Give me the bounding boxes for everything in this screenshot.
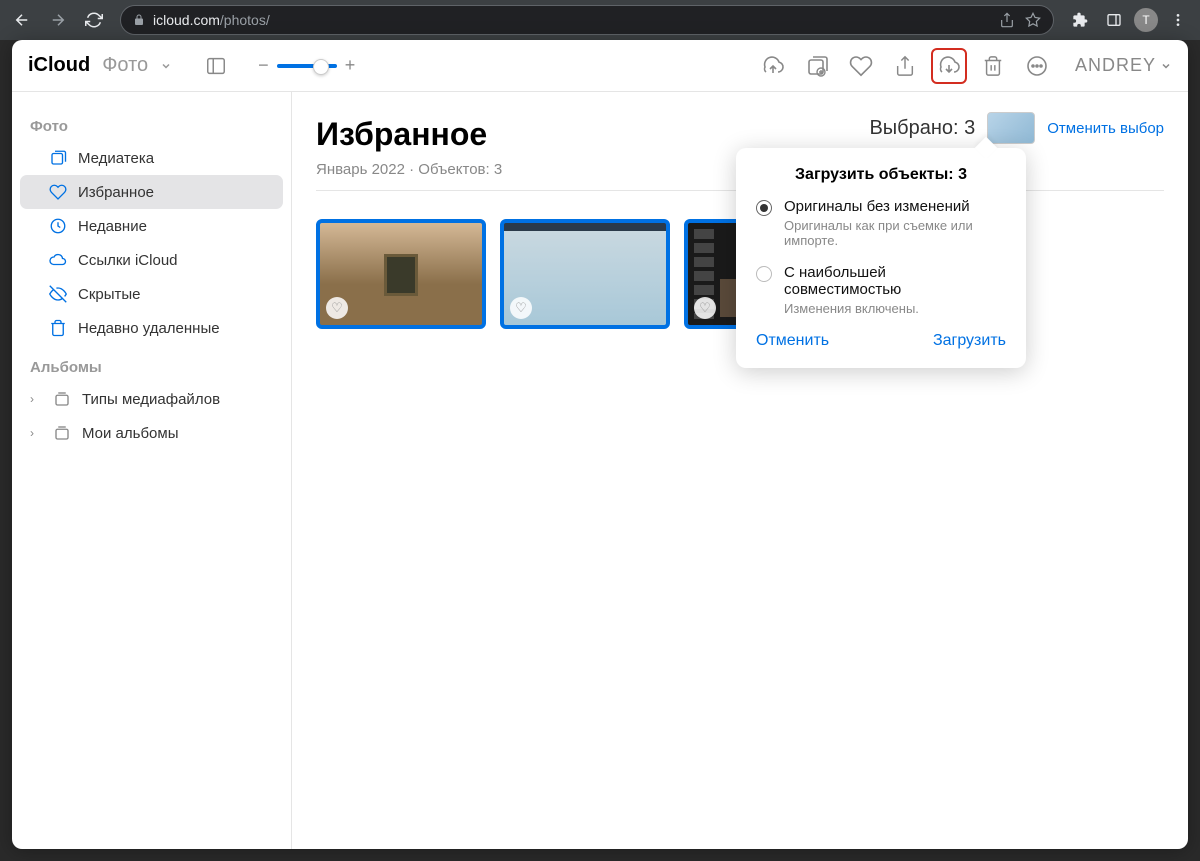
download-popover: Загрузить объекты: 3 Оригиналы без измен… bbox=[736, 148, 1026, 368]
sidebar-item-media-types[interactable]: › Типы медиафайлов bbox=[20, 382, 283, 416]
option-title: Оригиналы без изменений bbox=[784, 198, 1006, 215]
sidebar-item-favorites[interactable]: Избранное bbox=[20, 175, 283, 209]
radio-icon bbox=[756, 266, 772, 282]
url-bar[interactable]: icloud.com/photos/ bbox=[120, 5, 1054, 35]
photo-item[interactable]: ♡ bbox=[316, 219, 486, 329]
lock-icon bbox=[133, 14, 145, 26]
sidebar-item-label: Недавние bbox=[78, 218, 147, 235]
sidebar-item-label: Мои альбомы bbox=[82, 425, 179, 442]
heart-icon bbox=[48, 182, 68, 202]
sidebar-item-label: Скрытые bbox=[78, 286, 141, 303]
chrome-menu-icon[interactable] bbox=[1164, 6, 1192, 34]
favorite-badge-icon: ♡ bbox=[326, 297, 348, 319]
sidebar-item-label: Ссылки iCloud bbox=[78, 252, 178, 269]
stack-icon bbox=[52, 389, 72, 409]
radio-icon bbox=[756, 200, 772, 216]
clock-icon bbox=[48, 216, 68, 236]
extensions-icon[interactable] bbox=[1066, 6, 1094, 34]
bookmark-star-icon[interactable] bbox=[1025, 12, 1041, 28]
share-icon[interactable] bbox=[887, 48, 923, 84]
option-description: Оригиналы как при съемке или импорте. bbox=[784, 218, 1006, 248]
sidebar-item-recents[interactable]: Недавние bbox=[20, 209, 283, 243]
icloud-title: iCloud bbox=[28, 54, 90, 77]
nav-reload-button[interactable] bbox=[80, 6, 108, 34]
chevron-right-icon: › bbox=[30, 426, 40, 440]
sidebar-item-my-albums[interactable]: › Мои альбомы bbox=[20, 416, 283, 450]
cancel-button[interactable]: Отменить bbox=[756, 332, 829, 350]
user-name-label: ANDREY bbox=[1075, 55, 1156, 76]
favorite-badge-icon: ♡ bbox=[510, 297, 532, 319]
delete-trash-icon[interactable] bbox=[975, 48, 1011, 84]
option-unmodified-originals[interactable]: Оригиналы без изменений Оригиналы как пр… bbox=[756, 198, 1006, 248]
add-to-album-icon[interactable] bbox=[799, 48, 835, 84]
user-menu[interactable]: ANDREY bbox=[1075, 55, 1172, 76]
chevron-down-icon bbox=[1160, 60, 1172, 72]
trash-icon bbox=[48, 318, 68, 338]
sidebar-item-recently-deleted[interactable]: Недавно удаленные bbox=[20, 311, 283, 345]
selection-info: Выбрано: 3 Отменить выбор bbox=[869, 112, 1164, 144]
library-icon bbox=[48, 148, 68, 168]
sidebar-section-albums: Альбомы bbox=[20, 353, 283, 382]
favorite-heart-icon[interactable] bbox=[843, 48, 879, 84]
popover-title: Загрузить объекты: 3 bbox=[756, 166, 1006, 184]
zoom-out-button[interactable]: − bbox=[258, 55, 269, 76]
icloud-photos-window: iCloud Фото − + bbox=[12, 40, 1188, 849]
sidebar: Фото Медиатека Избранное Недавние Ссылки… bbox=[12, 92, 292, 849]
url-path: /photos/ bbox=[220, 12, 270, 28]
sidebar-item-label: Медиатека bbox=[78, 150, 154, 167]
selection-count: Выбрано: 3 bbox=[869, 117, 975, 140]
title-dropdown-chevron[interactable] bbox=[160, 60, 172, 72]
sidebar-item-label: Недавно удаленные bbox=[78, 320, 220, 337]
zoom-in-button[interactable]: + bbox=[345, 55, 356, 76]
deselect-button[interactable]: Отменить выбор bbox=[1047, 120, 1164, 137]
photo-item[interactable]: ♡ bbox=[500, 219, 670, 329]
share-url-icon[interactable] bbox=[999, 12, 1015, 28]
selection-thumbnail bbox=[987, 112, 1035, 144]
sidebar-item-icloud-links[interactable]: Ссылки iCloud bbox=[20, 243, 283, 277]
sidebar-item-hidden[interactable]: Скрытые bbox=[20, 277, 283, 311]
toggle-sidebar-icon[interactable] bbox=[198, 48, 234, 84]
option-title: С наибольшей совместимостью bbox=[784, 264, 1006, 298]
content-area: Избранное Январь 2022 · Объектов: 3 Выбр… bbox=[292, 92, 1188, 849]
app-toolbar: iCloud Фото − + bbox=[12, 40, 1188, 92]
side-panel-icon[interactable] bbox=[1100, 6, 1128, 34]
sidebar-item-label: Избранное bbox=[78, 184, 154, 201]
eye-off-icon bbox=[48, 284, 68, 304]
favorite-badge-icon: ♡ bbox=[694, 297, 716, 319]
cloud-icon bbox=[48, 250, 68, 270]
nav-back-button[interactable] bbox=[8, 6, 36, 34]
upload-icon[interactable] bbox=[755, 48, 791, 84]
sidebar-item-library[interactable]: Медиатека bbox=[20, 141, 283, 175]
zoom-control: − + bbox=[258, 55, 355, 76]
profile-avatar[interactable]: T bbox=[1134, 8, 1158, 32]
more-actions-icon[interactable] bbox=[1019, 48, 1055, 84]
photos-subtitle: Фото bbox=[102, 54, 148, 77]
download-button[interactable]: Загрузить bbox=[933, 332, 1006, 350]
sidebar-section-photo: Фото bbox=[20, 112, 283, 141]
browser-chrome: icloud.com/photos/ T bbox=[0, 0, 1200, 40]
chevron-right-icon: › bbox=[30, 392, 40, 406]
zoom-slider[interactable] bbox=[277, 64, 337, 68]
nav-forward-button[interactable] bbox=[44, 6, 72, 34]
download-icon[interactable] bbox=[931, 48, 967, 84]
url-domain: icloud.com bbox=[153, 12, 220, 28]
album-icon bbox=[52, 423, 72, 443]
option-description: Изменения включены. bbox=[784, 301, 1006, 316]
option-most-compatible[interactable]: С наибольшей совместимостью Изменения вк… bbox=[756, 264, 1006, 316]
sidebar-item-label: Типы медиафайлов bbox=[82, 391, 220, 408]
